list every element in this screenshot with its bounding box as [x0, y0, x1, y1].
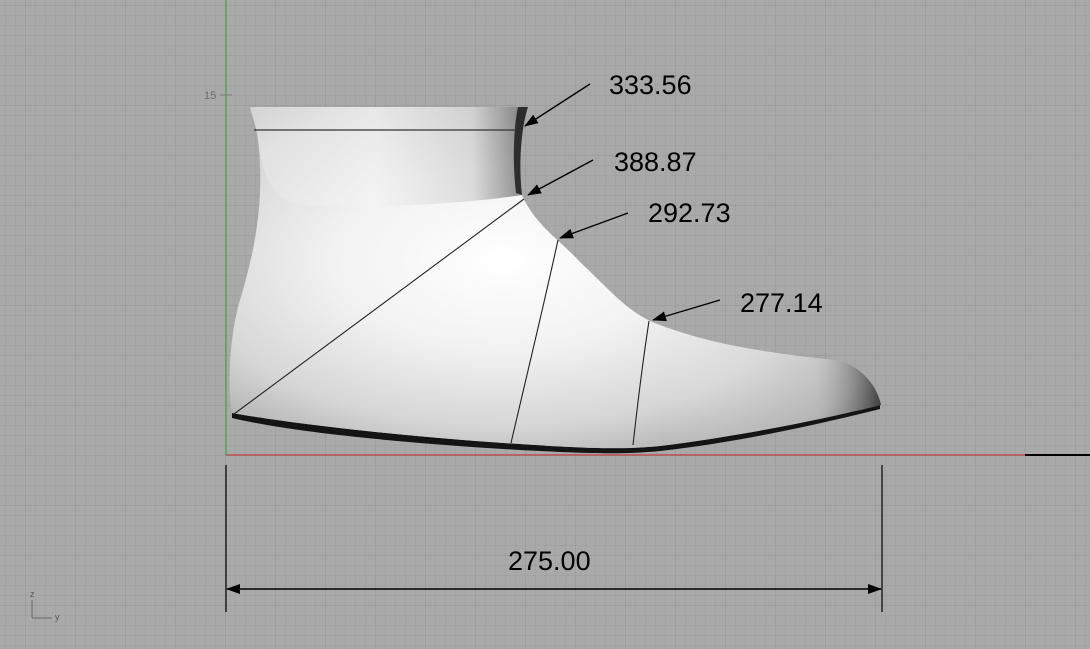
girth-label-top-opening: 333.56 — [609, 70, 692, 100]
grid-tick-label: 15 — [204, 90, 216, 102]
girth-label-instep: 292.73 — [648, 198, 731, 228]
axis-indicator-y-label: y — [55, 612, 60, 622]
axis-indicator-z-label: z — [30, 589, 35, 599]
shaft-shading — [250, 107, 528, 207]
girth-label-ball: 277.14 — [740, 288, 823, 318]
length-label: 275.00 — [508, 546, 591, 576]
girth-label-long-heel: 388.87 — [614, 147, 697, 177]
rhino-viewport[interactable]: 15 333.56 388.87 292.73 277.14 275.00 z … — [0, 0, 1090, 649]
viewport-canvas[interactable]: 15 333.56 388.87 292.73 277.14 275.00 z … — [0, 0, 1090, 649]
